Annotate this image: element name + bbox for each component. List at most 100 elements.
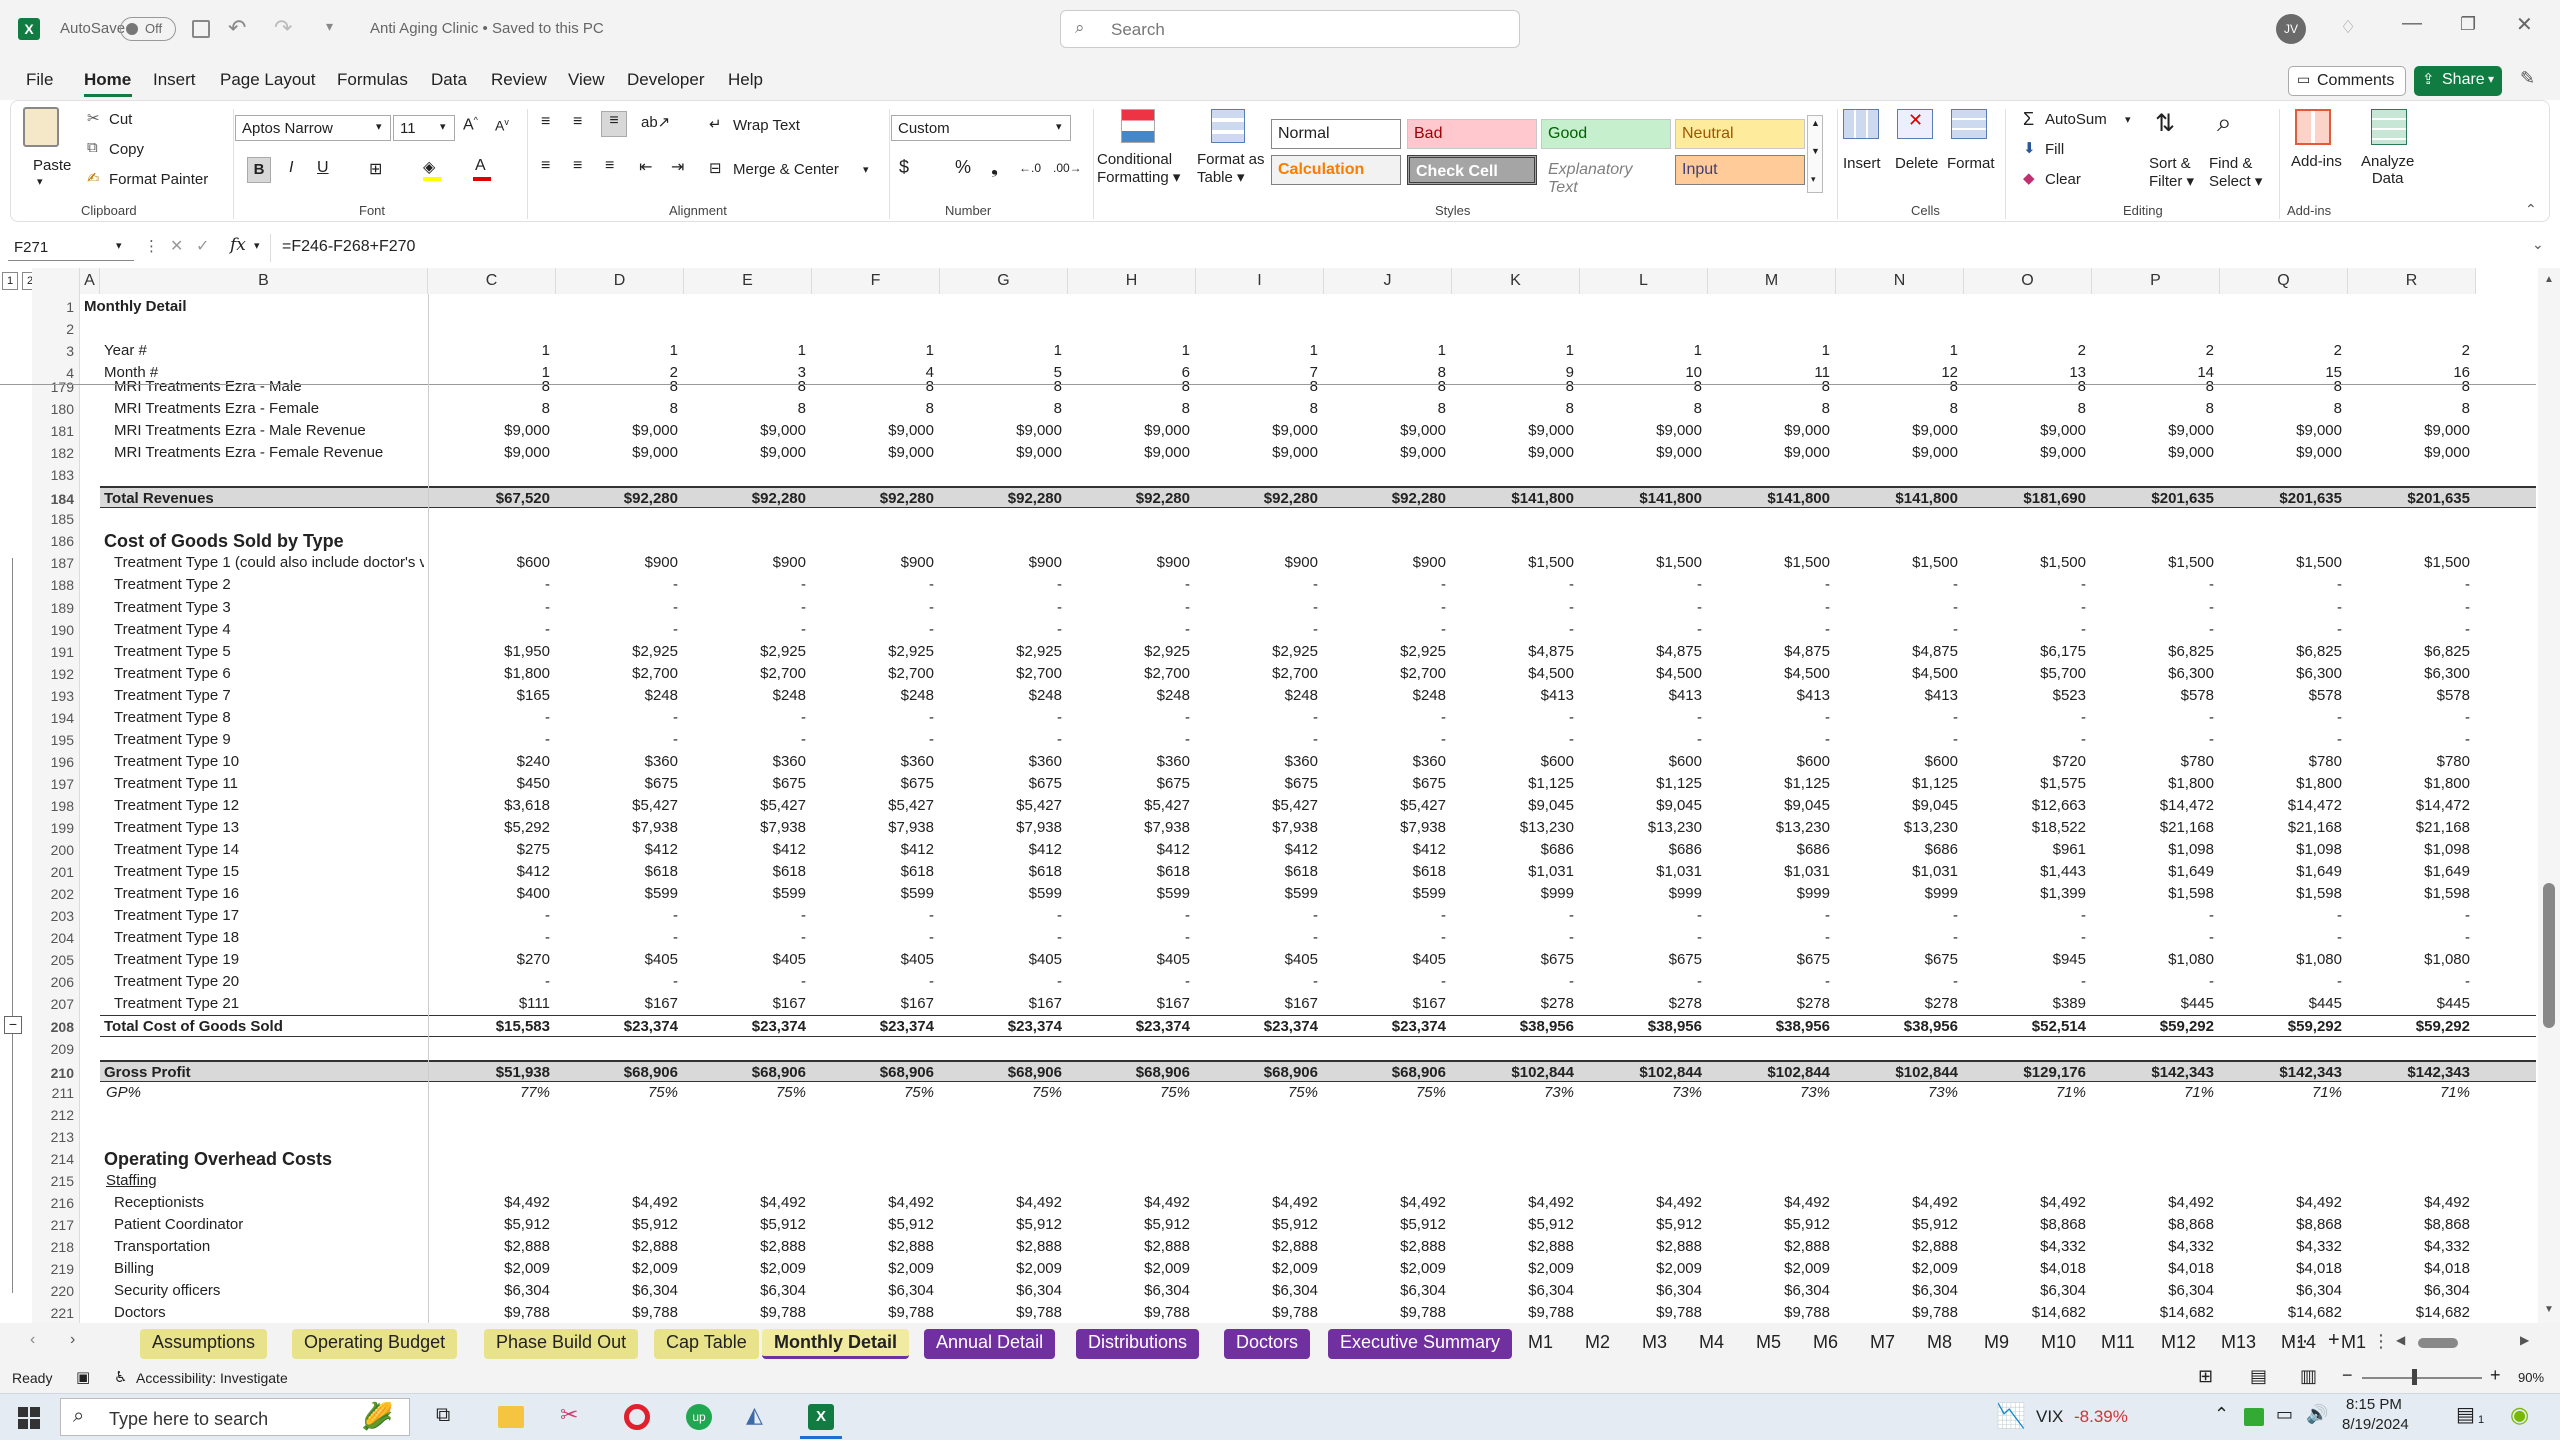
cell-value[interactable]: $4,492 [2086, 1192, 2214, 1214]
cell-value[interactable]: $9,045 [1830, 795, 1958, 817]
cell-value[interactable]: $167 [678, 993, 806, 1015]
cell-value[interactable]: - [1830, 619, 1958, 641]
cell-value[interactable]: - [1574, 971, 1702, 993]
cell-value[interactable]: $9,000 [678, 420, 806, 442]
cell-value[interactable]: $9,000 [806, 442, 934, 464]
cell-value[interactable]: $618 [678, 861, 806, 883]
cell-value[interactable]: $5,700 [1958, 663, 2086, 685]
cell-value[interactable]: $600 [1702, 751, 1830, 773]
cell-value[interactable]: - [2086, 574, 2214, 596]
cell-value[interactable]: - [2342, 597, 2470, 619]
cell-value[interactable]: $6,300 [2214, 663, 2342, 685]
cell-value[interactable]: - [2086, 597, 2214, 619]
cell-value[interactable]: - [1830, 729, 1958, 751]
cell-value[interactable]: $2,700 [934, 663, 1062, 685]
cell-value[interactable]: $5,912 [806, 1214, 934, 1236]
cell-value[interactable]: $1,080 [2086, 949, 2214, 971]
cell-value[interactable]: - [806, 729, 934, 751]
cell-value[interactable]: $780 [2214, 751, 2342, 773]
column-header[interactable]: O [1964, 268, 2092, 294]
row-number[interactable]: 187 [32, 552, 78, 574]
row-label[interactable]: Staffing [106, 1170, 424, 1192]
cell-value[interactable]: $413 [1574, 685, 1702, 707]
cell-value[interactable]: $6,304 [2086, 1280, 2214, 1302]
cell-value[interactable]: - [934, 971, 1062, 993]
column-header[interactable]: D [556, 268, 684, 294]
style-normal[interactable]: Normal [1271, 119, 1401, 149]
cell-value[interactable]: $1,031 [1574, 861, 1702, 883]
increase-indent-icon[interactable]: ⇥ [671, 157, 684, 177]
cell-value[interactable]: $1,598 [2214, 883, 2342, 905]
cell-value[interactable]: $102,844 [1702, 1062, 1830, 1084]
cell-value[interactable]: $21,168 [2214, 817, 2342, 839]
cell-value[interactable]: 8 [2086, 376, 2214, 398]
cell-value[interactable]: - [1830, 971, 1958, 993]
cell-value[interactable]: $9,788 [1318, 1302, 1446, 1323]
cell-value[interactable]: - [1446, 707, 1574, 729]
cell-value[interactable]: $945 [1958, 949, 2086, 971]
save-icon[interactable] [192, 20, 210, 38]
cell-value[interactable]: $5,427 [806, 795, 934, 817]
cell-value[interactable]: $9,000 [2086, 420, 2214, 442]
style-calculation[interactable]: Calculation [1271, 155, 1401, 185]
cell-value[interactable]: $2,009 [1830, 1258, 1958, 1280]
cell-value[interactable]: - [1062, 927, 1190, 949]
row-label[interactable]: Treatment Type 10 [114, 751, 424, 773]
cell-value[interactable]: - [678, 971, 806, 993]
row-label[interactable]: GP% [106, 1082, 424, 1104]
cell-value[interactable]: 8 [806, 376, 934, 398]
cell-value[interactable]: - [2086, 927, 2214, 949]
cell-value[interactable]: - [1958, 905, 2086, 927]
cell-value[interactable]: 8 [2086, 398, 2214, 420]
style-check-cell[interactable]: Check Cell [1407, 155, 1537, 185]
cell-value[interactable]: 1 [1830, 340, 1958, 362]
cell-value[interactable]: $9,000 [1702, 420, 1830, 442]
cell-value[interactable]: - [2342, 971, 2470, 993]
row-label[interactable]: MRI Treatments Ezra - Female [114, 398, 424, 420]
cell-value[interactable]: - [934, 574, 1062, 596]
undo-icon[interactable]: ↶ [228, 15, 246, 41]
cell-value[interactable]: - [422, 619, 550, 641]
cell-value[interactable]: $2,009 [422, 1258, 550, 1280]
cell-value[interactable]: $405 [1318, 949, 1446, 971]
row-label[interactable]: Treatment Type 1 (could also include doc… [114, 552, 424, 574]
cell-value[interactable]: $9,000 [2214, 420, 2342, 442]
cell-value[interactable]: $6,304 [2342, 1280, 2470, 1302]
upwork-icon[interactable]: up [686, 1404, 712, 1430]
vertical-scrollbar[interactable]: ▲ ▼ [2538, 268, 2560, 1323]
cell-value[interactable]: 8 [422, 376, 550, 398]
cell-value[interactable]: $92,280 [550, 488, 678, 510]
cell-value[interactable]: - [2086, 729, 2214, 751]
sheet-tab[interactable]: M10 [2029, 1329, 2088, 1359]
cell-value[interactable]: $675 [550, 773, 678, 795]
sheet-tab[interactable]: Monthly Detail [762, 1329, 910, 1359]
row-number[interactable]: 214 [32, 1148, 78, 1170]
row-label[interactable]: Treatment Type 17 [114, 905, 424, 927]
row-label[interactable]: Monthly Detail [84, 296, 424, 318]
cell-value[interactable]: $1,443 [1958, 861, 2086, 883]
macro-icon[interactable]: ▣ [76, 1368, 90, 1386]
menu-file[interactable]: File [26, 70, 53, 90]
minimize-icon[interactable]: — [2402, 12, 2422, 35]
cell-value[interactable]: $4,492 [1958, 1192, 2086, 1214]
cell-value[interactable]: $2,700 [1190, 663, 1318, 685]
cell-value[interactable]: $6,304 [1318, 1280, 1446, 1302]
sheet-tab[interactable]: Phase Build Out [484, 1329, 639, 1359]
cell-value[interactable]: $142,343 [2342, 1062, 2470, 1084]
cell-value[interactable]: $248 [550, 685, 678, 707]
name-box[interactable]: F271 ▾ [8, 235, 134, 261]
autosum-button[interactable]: AutoSum [2045, 111, 2107, 128]
row-label[interactable]: Treatment Type 11 [114, 773, 424, 795]
cell-value[interactable]: 2 [2086, 340, 2214, 362]
cell-value[interactable]: $92,280 [678, 488, 806, 510]
vix-change[interactable]: -8.39% [2074, 1407, 2128, 1427]
cell-value[interactable]: $59,292 [2214, 1016, 2342, 1038]
cell-value[interactable]: $23,374 [550, 1016, 678, 1038]
cell-value[interactable]: $111 [422, 993, 550, 1015]
row-number[interactable]: 191 [32, 641, 78, 663]
column-header[interactable]: A [80, 268, 100, 294]
cell-value[interactable]: $14,682 [2342, 1302, 2470, 1323]
row-number[interactable]: 193 [32, 685, 78, 707]
cell-value[interactable]: - [2214, 707, 2342, 729]
cell-value[interactable]: $4,500 [1446, 663, 1574, 685]
